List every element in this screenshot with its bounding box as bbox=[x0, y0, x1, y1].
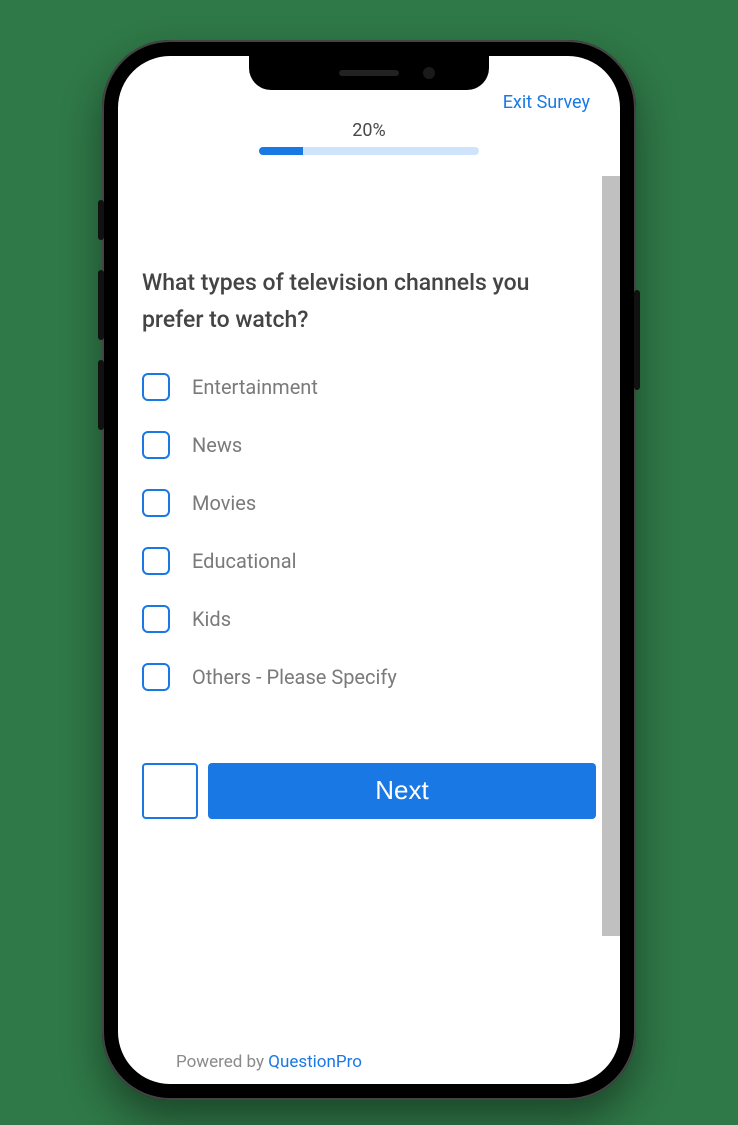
option-label: Kids bbox=[192, 607, 231, 631]
checkbox-icon[interactable] bbox=[142, 547, 170, 575]
progress-bar bbox=[259, 147, 479, 155]
option-label: Others - Please Specify bbox=[192, 665, 397, 689]
checkbox-icon[interactable] bbox=[142, 431, 170, 459]
phone-screen: Exit Survey 20% What types of television… bbox=[118, 56, 620, 1084]
footer-brand-link[interactable]: QuestionPro bbox=[268, 1052, 362, 1072]
option-row[interactable]: Others - Please Specify bbox=[142, 663, 596, 691]
progress-label: 20% bbox=[142, 120, 596, 141]
side-button-silent bbox=[98, 200, 104, 240]
survey-screen: Exit Survey 20% What types of television… bbox=[118, 56, 620, 1084]
notch bbox=[249, 56, 489, 90]
option-row[interactable]: Educational bbox=[142, 547, 596, 575]
side-button-power bbox=[634, 290, 640, 390]
option-row[interactable]: Entertainment bbox=[142, 373, 596, 401]
option-label: Movies bbox=[192, 491, 256, 515]
next-button[interactable]: Next bbox=[208, 763, 596, 819]
camera-icon bbox=[423, 67, 435, 79]
question-text: What types of television channels you pr… bbox=[142, 265, 596, 339]
side-button-volume-up bbox=[98, 270, 104, 340]
option-label: Educational bbox=[192, 549, 296, 573]
option-row[interactable]: Kids bbox=[142, 605, 596, 633]
option-label: News bbox=[192, 433, 242, 457]
back-button[interactable] bbox=[142, 763, 198, 819]
option-list: Entertainment News Movies Educational Ki… bbox=[142, 373, 596, 691]
phone-frame: Exit Survey 20% What types of television… bbox=[102, 40, 636, 1100]
progress-indicator: 20% bbox=[142, 120, 596, 155]
speaker-icon bbox=[339, 70, 399, 76]
checkbox-icon[interactable] bbox=[142, 605, 170, 633]
nav-row: Next bbox=[142, 763, 596, 819]
checkbox-icon[interactable] bbox=[142, 489, 170, 517]
progress-fill bbox=[259, 147, 303, 155]
checkbox-icon[interactable] bbox=[142, 663, 170, 691]
option-label: Entertainment bbox=[192, 375, 318, 399]
option-row[interactable]: News bbox=[142, 431, 596, 459]
footer-prefix: Powered by bbox=[176, 1052, 268, 1072]
checkbox-icon[interactable] bbox=[142, 373, 170, 401]
side-button-volume-down bbox=[98, 360, 104, 430]
option-row[interactable]: Movies bbox=[142, 489, 596, 517]
exit-survey-link[interactable]: Exit Survey bbox=[503, 92, 590, 113]
footer: Powered by QuestionPro bbox=[176, 1052, 362, 1072]
